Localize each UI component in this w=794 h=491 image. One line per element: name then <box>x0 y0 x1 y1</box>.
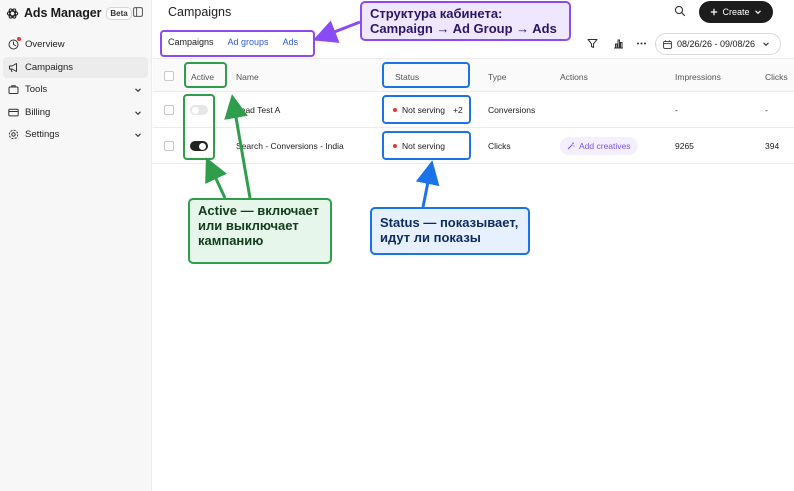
add-creatives-button[interactable]: Add creatives <box>560 137 638 155</box>
sidebar-toggle-icon[interactable] <box>133 7 143 17</box>
column-header-clicks[interactable]: Clicks <box>765 72 788 82</box>
add-creatives-label: Add creatives <box>579 141 631 151</box>
sidebar-item-label: Overview <box>25 39 65 50</box>
row-checkbox[interactable] <box>164 105 174 115</box>
sidebar-item-billing[interactable]: Billing <box>3 102 148 123</box>
plus-icon <box>710 8 718 16</box>
table-row[interactable]: Search - Conversions - India Not serving… <box>153 128 794 164</box>
more-options-icon[interactable] <box>636 38 647 49</box>
campaigns-table: Active Name Status Type Actions Impressi… <box>153 58 794 164</box>
sidebar-item-overview[interactable]: Overview <box>3 34 148 55</box>
chevron-down-icon <box>134 86 142 94</box>
chevron-down-icon <box>134 109 142 117</box>
date-range-text: 08/26/26 - 09/08/26 <box>677 39 756 49</box>
clicks-value: - <box>765 105 768 115</box>
chevron-down-icon <box>762 40 770 48</box>
active-toggles-highlight <box>183 94 215 160</box>
active-callout-line1: Active — включает <box>198 203 319 218</box>
app-name: Ads Manager <box>24 6 102 20</box>
sidebar-item-tools[interactable]: Tools <box>3 79 148 100</box>
calendar-icon <box>663 39 672 49</box>
row-checkbox[interactable] <box>164 141 174 151</box>
status-callout-line2: идут ли показы <box>380 230 481 245</box>
impressions-value: - <box>675 105 678 115</box>
impressions-value: 9265 <box>675 141 694 151</box>
structure-callout-line1: Структура кабинета: <box>370 6 503 21</box>
create-button[interactable]: Create <box>699 1 773 23</box>
sidebar-item-settings[interactable]: Settings <box>3 124 148 145</box>
status-callout: Status — показывает, идут ли показы <box>370 207 530 255</box>
status-callout-line1: Status — показывает, <box>380 215 519 230</box>
active-callout-line2: или выключает <box>198 218 299 233</box>
billing-icon <box>8 107 19 118</box>
brand[interactable]: Ads Manager Beta <box>6 5 132 21</box>
column-header-impressions[interactable]: Impressions <box>675 72 721 82</box>
chevron-down-icon <box>754 8 762 16</box>
beta-badge: Beta <box>106 6 132 20</box>
chevron-down-icon <box>134 131 142 139</box>
campaign-type: Clicks <box>488 141 511 151</box>
status-cell-highlight-2 <box>382 131 471 160</box>
gear-icon <box>8 129 19 140</box>
openai-logo-icon <box>6 7 19 20</box>
sidebar: Ads Manager Beta Overview Campaigns Tool… <box>0 0 152 491</box>
active-callout: Active — включает или выключает кампанию <box>188 198 332 264</box>
sidebar-item-label: Settings <box>25 129 60 141</box>
page-title: Campaigns <box>168 5 232 19</box>
campaign-name[interactable]: Lead Test A <box>236 105 280 115</box>
campaign-name[interactable]: Search - Conversions - India <box>236 141 344 151</box>
active-callout-line3: кампанию <box>198 233 264 248</box>
status-header-highlight <box>382 62 470 88</box>
structure-callout: Структура кабинета: Campaign → Ad Group … <box>360 1 571 41</box>
column-header-type[interactable]: Type <box>488 72 506 82</box>
table-header: Active Name Status Type Actions Impressi… <box>153 58 794 92</box>
sidebar-item-campaigns[interactable]: Campaigns <box>3 56 148 78</box>
status-cell-highlight-1 <box>382 95 471 124</box>
overview-icon <box>8 37 21 50</box>
campaign-type: Conversions <box>488 105 536 115</box>
create-button-label: Create <box>722 7 750 17</box>
magic-wand-icon <box>567 142 575 150</box>
tools-icon <box>8 84 19 95</box>
column-header-name[interactable]: Name <box>236 72 259 82</box>
search-icon[interactable] <box>674 5 686 17</box>
sidebar-item-label: Campaigns <box>25 61 74 73</box>
sidebar-item-label: Billing <box>25 106 51 118</box>
sidebar-nav: Overview Campaigns Tools Billing Setting… <box>3 34 148 147</box>
table-row[interactable]: Lead Test A Not serving +2 Conversions -… <box>153 92 794 128</box>
tabs-highlight <box>160 30 315 57</box>
bar-chart-icon[interactable] <box>613 38 624 49</box>
date-range-picker[interactable]: 08/26/26 - 09/08/26 <box>655 33 781 55</box>
clicks-value: 394 <box>765 141 780 151</box>
select-all-checkbox[interactable] <box>164 71 174 81</box>
structure-callout-line2: Campaign → Ad Group → Ads <box>370 21 557 36</box>
filter-icon[interactable] <box>587 38 598 49</box>
notification-dot <box>17 37 21 41</box>
column-header-actions[interactable]: Actions <box>560 72 588 82</box>
active-header-highlight <box>184 62 227 88</box>
sidebar-item-label: Tools <box>25 84 48 96</box>
megaphone-icon <box>8 62 19 73</box>
